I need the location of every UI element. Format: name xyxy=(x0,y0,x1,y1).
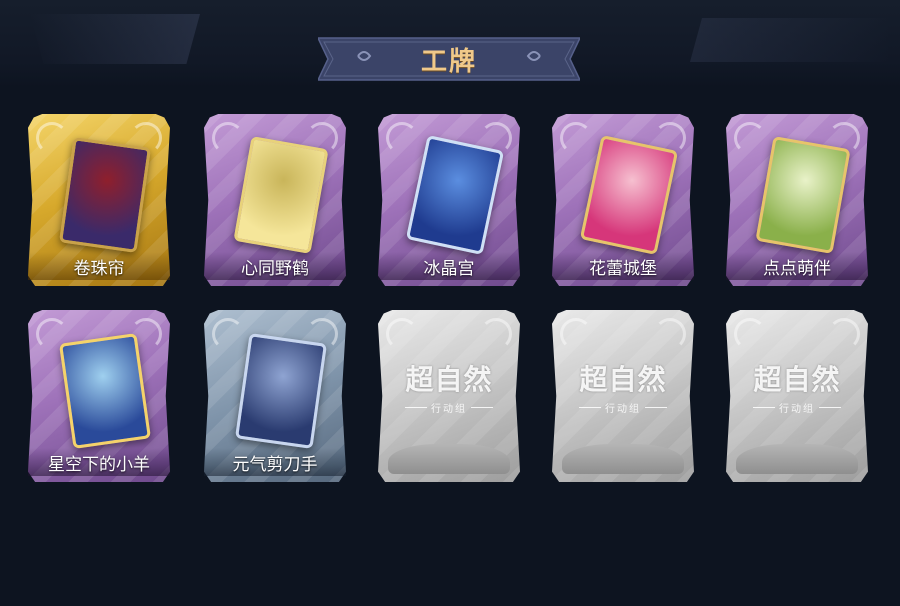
badge-name: 花蕾城堡 xyxy=(552,252,694,280)
badge-name: 心同野鹤 xyxy=(204,252,346,280)
logo-title: 超自然 xyxy=(753,363,841,396)
frame-ornament-right xyxy=(480,318,512,350)
badge-artwork xyxy=(59,137,151,253)
badge-artwork xyxy=(59,333,151,449)
frame-ornament-left xyxy=(212,122,244,154)
badge-name: 元气剪刀手 xyxy=(204,448,346,476)
header-decoration-left xyxy=(30,14,200,64)
frame-ornament-left xyxy=(734,318,766,350)
frame-ornament-left xyxy=(560,318,592,350)
frame-ornament-left xyxy=(734,122,766,154)
logo-subtitle: 行动组 xyxy=(579,400,667,415)
frame-ornament-right xyxy=(654,318,686,350)
badge-card[interactable]: 点点萌伴 xyxy=(726,114,868,286)
frame-ornament-left xyxy=(36,122,68,154)
badge-card[interactable]: 冰晶宫 xyxy=(378,114,520,286)
badge-card[interactable]: 花蕾城堡 xyxy=(552,114,694,286)
badge-name: 点点萌伴 xyxy=(726,252,868,280)
badge-name: 卷珠帘 xyxy=(28,252,170,280)
frame-ornament-right xyxy=(828,318,860,350)
frame-ornament-left xyxy=(386,122,418,154)
frame-ornament-left xyxy=(212,318,244,350)
badge-name: 星空下的小羊 xyxy=(28,448,170,476)
locked-nameplate xyxy=(388,444,510,474)
logo-subtitle: 行动组 xyxy=(405,400,493,415)
badge-card-locked[interactable]: 超自然 行动组 xyxy=(726,310,868,482)
badge-card[interactable]: 卷珠帘 xyxy=(28,114,170,286)
badge-card[interactable]: 星空下的小羊 xyxy=(28,310,170,482)
locked-nameplate xyxy=(562,444,684,474)
title-banner: 工牌 xyxy=(318,34,580,84)
badge-name: 冰晶宫 xyxy=(378,252,520,280)
locked-logo: 超自然 行动组 xyxy=(726,358,868,415)
badge-card-locked[interactable]: 超自然 行动组 xyxy=(378,310,520,482)
frame-ornament-left xyxy=(560,122,592,154)
logo-title: 超自然 xyxy=(405,363,493,396)
badge-artwork xyxy=(235,333,327,449)
badge-card[interactable]: 心同野鹤 xyxy=(204,114,346,286)
locked-logo: 超自然 行动组 xyxy=(378,358,520,415)
logo-subtitle: 行动组 xyxy=(753,400,841,415)
frame-ornament-left xyxy=(386,318,418,350)
header-decoration-right xyxy=(690,18,890,62)
locked-logo: 超自然 行动组 xyxy=(552,358,694,415)
badge-card-locked[interactable]: 超自然 行动组 xyxy=(552,310,694,482)
badge-card[interactable]: 元气剪刀手 xyxy=(204,310,346,482)
page-title: 工牌 xyxy=(420,46,477,77)
locked-nameplate xyxy=(736,444,858,474)
logo-title: 超自然 xyxy=(579,363,667,396)
